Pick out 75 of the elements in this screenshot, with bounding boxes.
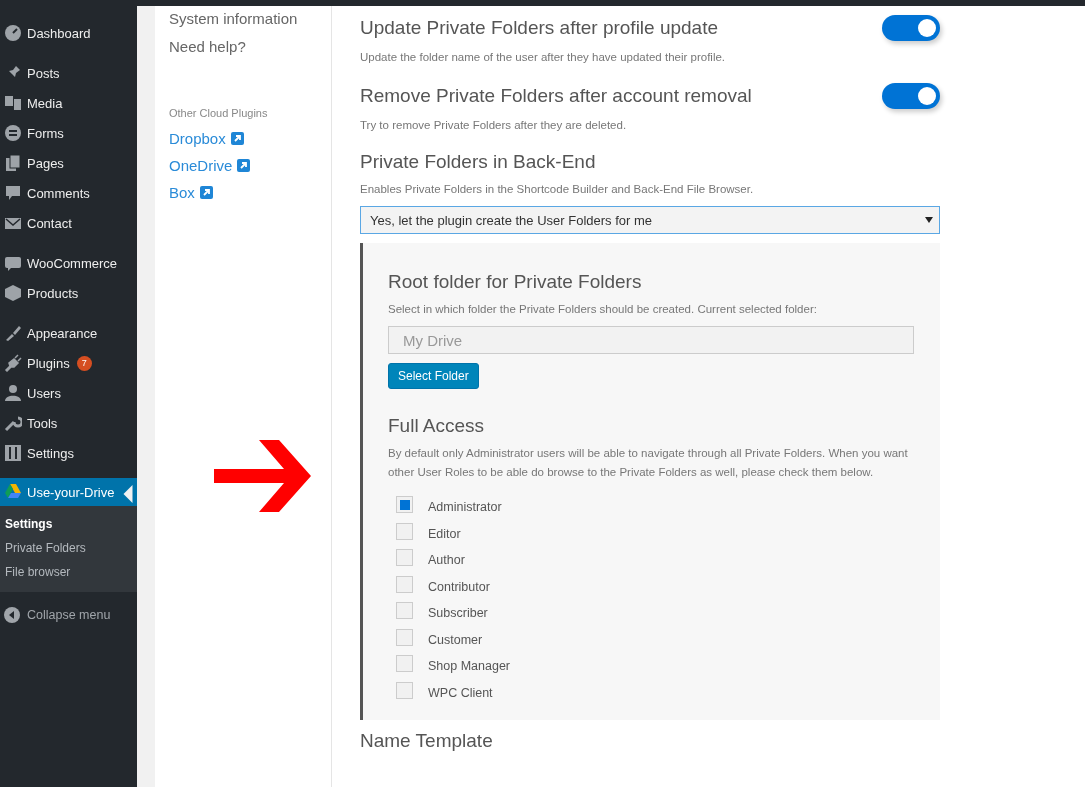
sidebar-item[interactable]: Comments	[0, 178, 137, 208]
setting-description: Update the folder name of the user after they have updated their profile.	[360, 50, 727, 65]
submenu-item[interactable]: Private Folders	[0, 536, 137, 560]
arrow-icon	[214, 440, 311, 512]
toggle-switch[interactable]	[882, 83, 940, 109]
sidebar-item[interactable]: Posts	[0, 58, 137, 88]
drive-triangle-icon	[4, 483, 22, 501]
speech-bubble-icon	[4, 184, 22, 202]
plug-icon	[4, 354, 22, 372]
toggle-switch[interactable]	[882, 15, 940, 41]
cube-icon	[4, 284, 22, 302]
section-title: Full Access	[388, 415, 486, 437]
checkbox[interactable]	[396, 522, 413, 540]
sidebar-item[interactable]: Contact	[0, 208, 137, 238]
plugin-link[interactable]: Dropbox	[169, 130, 317, 147]
nav-link[interactable]: Need help?	[169, 38, 317, 55]
section-description: By default only Administrator users will be able to navigate through all Private Folders. When you want other User Roles to be able do browse to the Private Folders as well, please check them below.	[388, 446, 909, 480]
checkbox[interactable]	[396, 681, 413, 699]
sidebar-item[interactable]: Dashboard	[0, 18, 137, 48]
submenu-item[interactable]: File browser	[0, 560, 137, 584]
sidebar-item[interactable]: Appearance	[0, 318, 137, 348]
paintbrush-icon	[4, 324, 22, 342]
select-folder-button[interactable]: Select Folder	[388, 363, 479, 389]
caret-icon	[925, 217, 933, 223]
sidebar-item[interactable]: Settings	[0, 438, 137, 468]
checkbox-label: Subscriber	[428, 606, 488, 621]
gauge-icon	[4, 24, 22, 42]
external-link-icon	[230, 132, 244, 145]
checkbox[interactable]	[396, 575, 413, 593]
plugin-link[interactable]: OneDrive	[169, 157, 317, 174]
nav-link[interactable]: System information	[169, 10, 317, 27]
checkbox-label: Author	[428, 553, 465, 568]
left-triangle-circle-icon	[4, 607, 20, 623]
setting-description: Try to remove Private Folders after they are deleted.	[360, 118, 628, 133]
dropdown[interactable]: Yes, let the plugin create the User Folders for me	[360, 206, 940, 234]
external-link-icon	[237, 159, 251, 172]
sidebar-item[interactable]: Use-your-Drive	[0, 478, 137, 506]
pages-icon	[4, 154, 22, 172]
media-icon	[4, 94, 22, 112]
collapse-menu-button[interactable]: Collapse menu	[0, 602, 137, 628]
checkbox-label: Customer	[428, 632, 483, 647]
checkbox-label: Contributor	[428, 579, 490, 594]
setting-title: Remove Private Folders after account removal	[360, 85, 752, 107]
count-badge: 7	[76, 355, 92, 371]
checkbox[interactable]	[396, 655, 413, 673]
plugin-link[interactable]: Box	[169, 184, 317, 201]
external-link-icon	[199, 186, 213, 199]
section-description: Select in which folder the Private Folders should be created. Current selected folder:	[388, 302, 818, 317]
setting-description: Enables Private Folders in the Shortcode Builder and Back-End File Browser.	[360, 182, 755, 197]
list-icon	[4, 124, 22, 142]
checkbox[interactable]	[396, 602, 413, 620]
sidebar-item[interactable]: Users	[0, 378, 137, 408]
wrench-icon	[4, 414, 22, 432]
checkbox-label: WPC Client	[428, 685, 493, 700]
sidebar-item[interactable]: Plugins 7	[0, 348, 137, 378]
user-icon	[4, 384, 22, 402]
checkbox[interactable]	[396, 549, 413, 567]
checkbox-label: Editor	[428, 526, 461, 541]
setting-title: Private Folders in Back-End	[360, 151, 597, 173]
checkbox[interactable]	[396, 628, 413, 646]
checkbox-label: Administrator	[428, 500, 502, 515]
sidebar-item[interactable]: Forms	[0, 118, 137, 148]
setting-title: Update Private Folders after profile update	[360, 17, 719, 39]
checkbox[interactable]	[396, 496, 413, 514]
section-label: Other Cloud Plugins	[169, 107, 269, 119]
sidebar-item[interactable]: Products	[0, 278, 137, 308]
sidebar-item[interactable]: Media	[0, 88, 137, 118]
sidebar-item[interactable]: WooCommerce	[0, 248, 137, 278]
checkbox-label: Shop Manager	[428, 659, 510, 674]
sliders-icon	[4, 444, 22, 462]
section-title: Root folder for Private Folders	[388, 271, 643, 293]
sidebar-item[interactable]: Tools	[0, 408, 137, 438]
submenu-item[interactable]: Settings	[0, 512, 137, 536]
sidebar-item[interactable]: Pages	[0, 148, 137, 178]
section-title: Name Template	[360, 730, 494, 752]
